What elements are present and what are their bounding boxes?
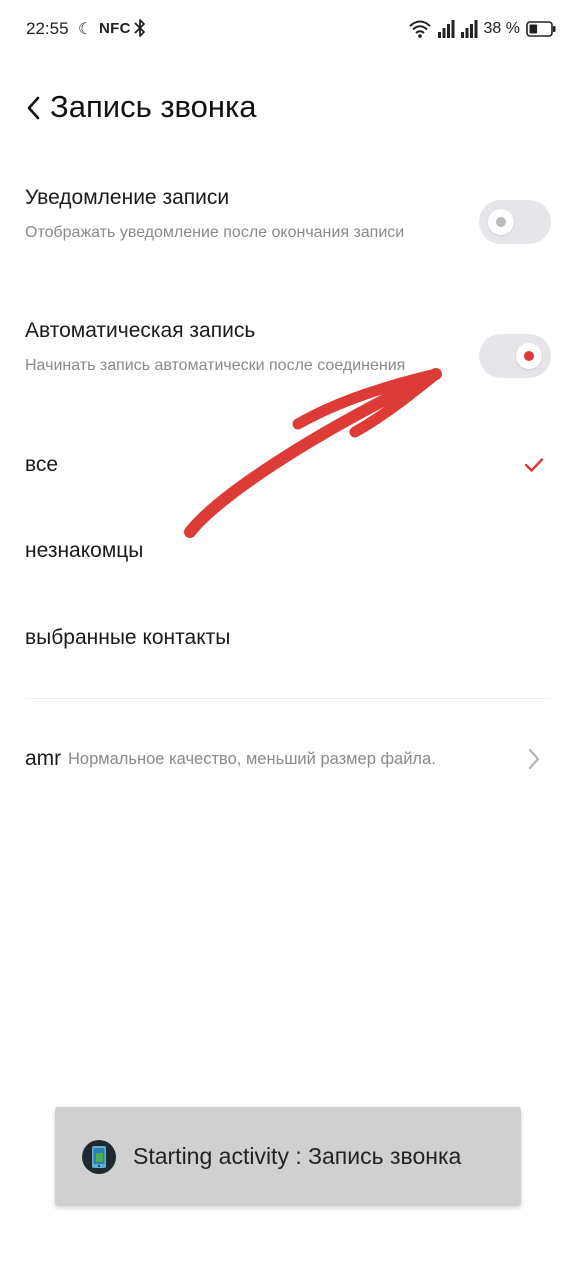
chevron-left-icon [27,96,40,120]
format-description: Нормальное качество, меньший размер файл… [68,750,436,768]
back-button[interactable] [18,90,48,126]
choice-selected-contacts[interactable]: выбранные контакты [0,610,576,670]
divider [25,698,551,699]
nfc-indicator: NFC [99,20,131,37]
toggle-knob [488,209,514,235]
setting-auto-record[interactable]: Автоматическая запись Начинать запись ав… [0,311,576,411]
toast-message: Starting activity : Запись звонка [55,1107,521,1206]
choice-label: все [25,453,59,476]
setting-subtitle: Начинать запись автоматически после соед… [25,357,406,374]
audio-format-row[interactable]: amr Нормальное качество, меньший размер … [0,732,576,788]
auto-record-toggle[interactable] [479,334,551,378]
setting-subtitle: Отображать уведомление после окончания з… [25,224,405,241]
setting-recording-notification[interactable]: Уведомление записи Отображать уведомлени… [0,178,576,278]
wifi-icon [408,19,431,39]
app-header: Запись звонка [0,80,576,136]
choice-strangers[interactable]: незнакомцы [0,523,576,583]
choice-label: выбранные контакты [25,626,231,649]
toggle-knob [516,343,542,369]
phone-app-icon [81,1139,117,1175]
check-icon [524,457,544,478]
signal-icon [437,20,455,38]
choice-label: незнакомцы [25,539,144,562]
chevron-right-icon [528,748,540,775]
toast-text: Starting activity : Запись звонка [133,1143,462,1169]
setting-title: Уведомление записи [25,186,230,209]
signal-icon [460,20,478,38]
choice-all[interactable]: все [0,437,576,497]
format-name: amr [25,747,62,770]
moon-icon: ☾ [78,21,93,38]
battery-percent: 38 % [483,20,520,37]
notification-toggle[interactable] [479,200,551,244]
battery-icon [526,21,556,37]
setting-title: Автоматическая запись [25,319,256,342]
status-right-group: 38 % [408,16,556,42]
bluetooth-icon [133,18,147,43]
status-bar: 22:55 ☾ NFC 38 % [0,0,576,58]
status-time: 22:55 [26,19,69,38]
page-title: Запись звонка [50,89,257,124]
